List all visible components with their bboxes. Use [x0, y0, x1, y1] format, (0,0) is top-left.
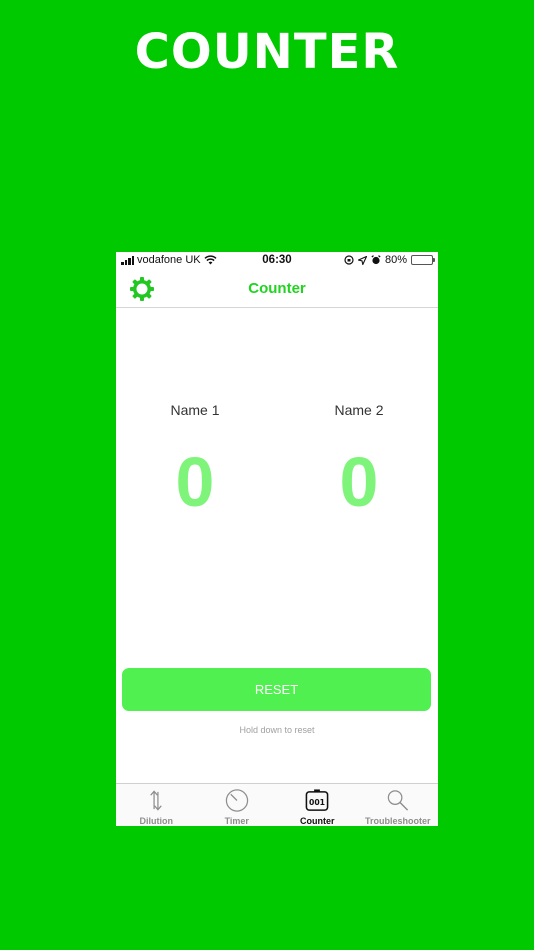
orientation-lock-icon — [344, 255, 354, 265]
reset-button[interactable]: RESET — [122, 668, 431, 711]
battery-percent: 80% — [384, 254, 407, 266]
counter-name[interactable]: Name 1 — [116, 402, 275, 422]
tab-counter[interactable]: 001 Counter — [277, 784, 358, 826]
battery-icon — [411, 255, 435, 265]
reset-hint: Hold down to reset — [239, 725, 315, 735]
counter-value[interactable]: 0 — [279, 442, 438, 522]
location-arrow-icon — [357, 255, 367, 265]
tab-label: Troubleshooter — [364, 816, 431, 826]
nav-title: Counter — [248, 280, 306, 297]
tab-troubleshooter[interactable]: Troubleshooter — [358, 784, 439, 826]
svg-text:001: 001 — [309, 798, 325, 807]
tab-dilution[interactable]: Dilution — [116, 784, 197, 826]
tab-label: Counter — [300, 816, 335, 826]
counter-value[interactable]: 0 — [116, 442, 275, 522]
nav-bar: Counter — [116, 270, 438, 308]
tab-label: Timer — [224, 816, 249, 826]
tab-bar: Dilution Timer 001 Counter Troubleshoote… — [116, 783, 438, 826]
promo-title: COUNTER — [134, 24, 400, 80]
status-bar: vodafone UK 06:30 80% — [116, 252, 438, 270]
timer-icon — [225, 789, 248, 812]
counter-icon: 001 — [305, 789, 329, 811]
tab-label: Dilution — [139, 816, 174, 826]
tab-timer[interactable]: Timer — [197, 784, 278, 826]
dilution-arrows-icon — [150, 790, 163, 811]
counter-name[interactable]: Name 2 — [279, 402, 438, 422]
counter-2: Name 2 0 — [279, 402, 438, 522]
counter-1: Name 1 0 — [116, 402, 275, 522]
alarm-icon — [371, 255, 381, 265]
phone-screen: vodafone UK 06:30 80% Counter Name 1 0 N… — [116, 252, 438, 826]
magnifier-icon — [387, 790, 408, 811]
